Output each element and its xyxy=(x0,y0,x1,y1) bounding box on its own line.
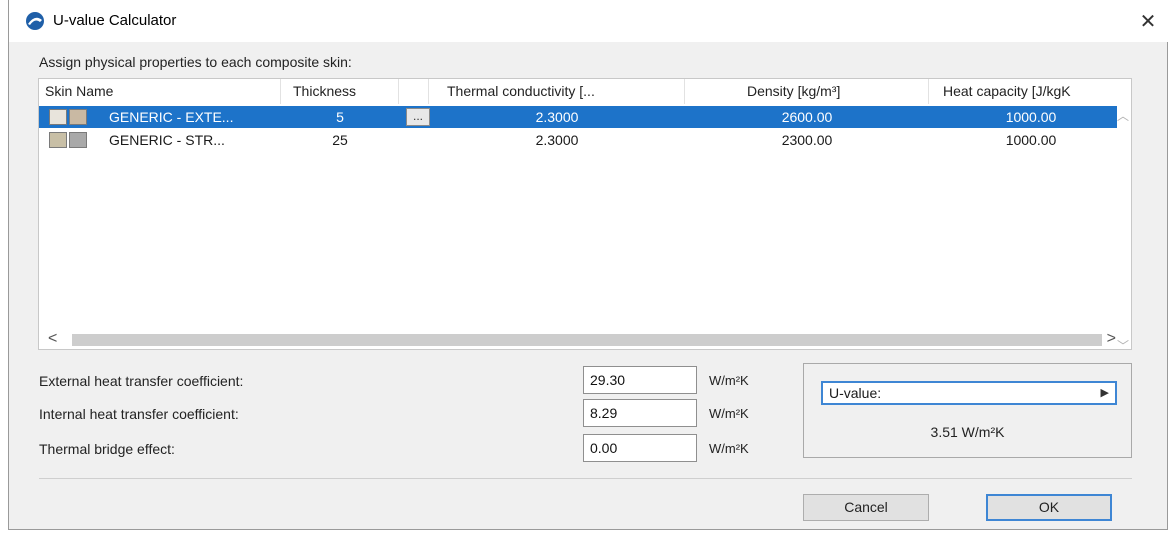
cell-density[interactable]: 2600.00 xyxy=(685,106,929,128)
u-value-panel: U-value: ▶ 3.51 W/m²K xyxy=(803,363,1132,458)
title-bar[interactable]: U-value Calculator ✕ xyxy=(9,0,1169,42)
column-header-thickness[interactable]: Thickness xyxy=(281,79,399,104)
cell-thickness[interactable]: 5 xyxy=(281,106,399,128)
internal-coefficient-input[interactable] xyxy=(583,399,697,427)
column-header-skin-name[interactable]: Skin Name xyxy=(45,79,281,104)
skin-properties-table[interactable]: Skin Name Thickness Thermal conductivity… xyxy=(38,78,1132,350)
external-coefficient-input[interactable] xyxy=(583,366,697,394)
column-header-thermal-conductivity[interactable]: Thermal conductivity [... xyxy=(429,79,685,104)
cancel-button[interactable]: Cancel xyxy=(803,494,929,521)
horizontal-scrollbar[interactable]: < > xyxy=(38,330,1132,350)
cell-heat-capacity[interactable]: 1000.00 xyxy=(929,106,1131,128)
cell-skin-name: GENERIC - STR... xyxy=(109,132,225,148)
skin-fill-swatch xyxy=(49,132,67,148)
scroll-left-icon[interactable]: < xyxy=(48,330,57,348)
archicad-app-icon xyxy=(26,12,44,30)
table-row[interactable]: GENERIC - STR... 25 2.3000 2300.00 1000.… xyxy=(39,129,1117,151)
window-title: U-value Calculator xyxy=(53,12,177,29)
u-value-dropdown-label: U-value: xyxy=(829,385,882,401)
column-header-more[interactable] xyxy=(399,79,429,104)
more-options-button[interactable]: ... xyxy=(406,108,430,126)
table-row[interactable]: GENERIC - EXTE... 5 ... 2.3000 2600.00 1… xyxy=(39,106,1117,128)
table-header: Skin Name Thickness Thermal conductivity… xyxy=(39,79,1131,104)
u-value-result: 3.51 W/m²K xyxy=(930,424,1005,440)
divider xyxy=(39,478,1132,479)
internal-coefficient-label: Internal heat transfer coefficient: xyxy=(39,406,239,422)
thermal-bridge-unit: W/m²K xyxy=(709,441,749,456)
cell-skin-name: GENERIC - EXTE... xyxy=(109,109,234,125)
cell-thickness[interactable]: 25 xyxy=(281,129,399,151)
internal-coefficient-unit: W/m²K xyxy=(709,406,749,421)
u-value-calculator-dialog: U-value Calculator ✕ Assign physical pro… xyxy=(8,0,1169,530)
cell-heat-capacity[interactable]: 1000.00 xyxy=(929,129,1131,151)
cell-density[interactable]: 2300.00 xyxy=(685,129,929,151)
column-header-heat-capacity[interactable]: Heat capacity [J/kgK xyxy=(929,79,1131,104)
external-coefficient-label: External heat transfer coefficient: xyxy=(39,373,244,389)
instruction-text: Assign physical properties to each compo… xyxy=(39,54,352,70)
external-coefficient-unit: W/m²K xyxy=(709,373,749,388)
skin-fill-swatch xyxy=(49,109,67,125)
cell-thermal-conductivity[interactable]: 2.3000 xyxy=(429,106,685,128)
thermal-bridge-label: Thermal bridge effect: xyxy=(39,441,175,457)
scroll-right-icon[interactable]: > xyxy=(1107,330,1116,348)
u-value-dropdown[interactable]: U-value: ▶ xyxy=(821,381,1117,405)
close-button[interactable]: ✕ xyxy=(1133,6,1163,36)
scrollbar-thumb[interactable] xyxy=(72,334,1102,346)
thermal-bridge-input[interactable] xyxy=(583,434,697,462)
skin-material-swatch xyxy=(69,109,87,125)
close-icon: ✕ xyxy=(1139,10,1157,33)
skin-material-swatch xyxy=(69,132,87,148)
triangle-right-icon: ▶ xyxy=(1100,387,1109,399)
scroll-up-icon[interactable]: ︿ xyxy=(1117,107,1129,124)
cell-thermal-conductivity[interactable]: 2.3000 xyxy=(429,129,685,151)
column-header-density[interactable]: Density [kg/m³] xyxy=(685,79,929,104)
ok-button[interactable]: OK xyxy=(986,494,1112,521)
